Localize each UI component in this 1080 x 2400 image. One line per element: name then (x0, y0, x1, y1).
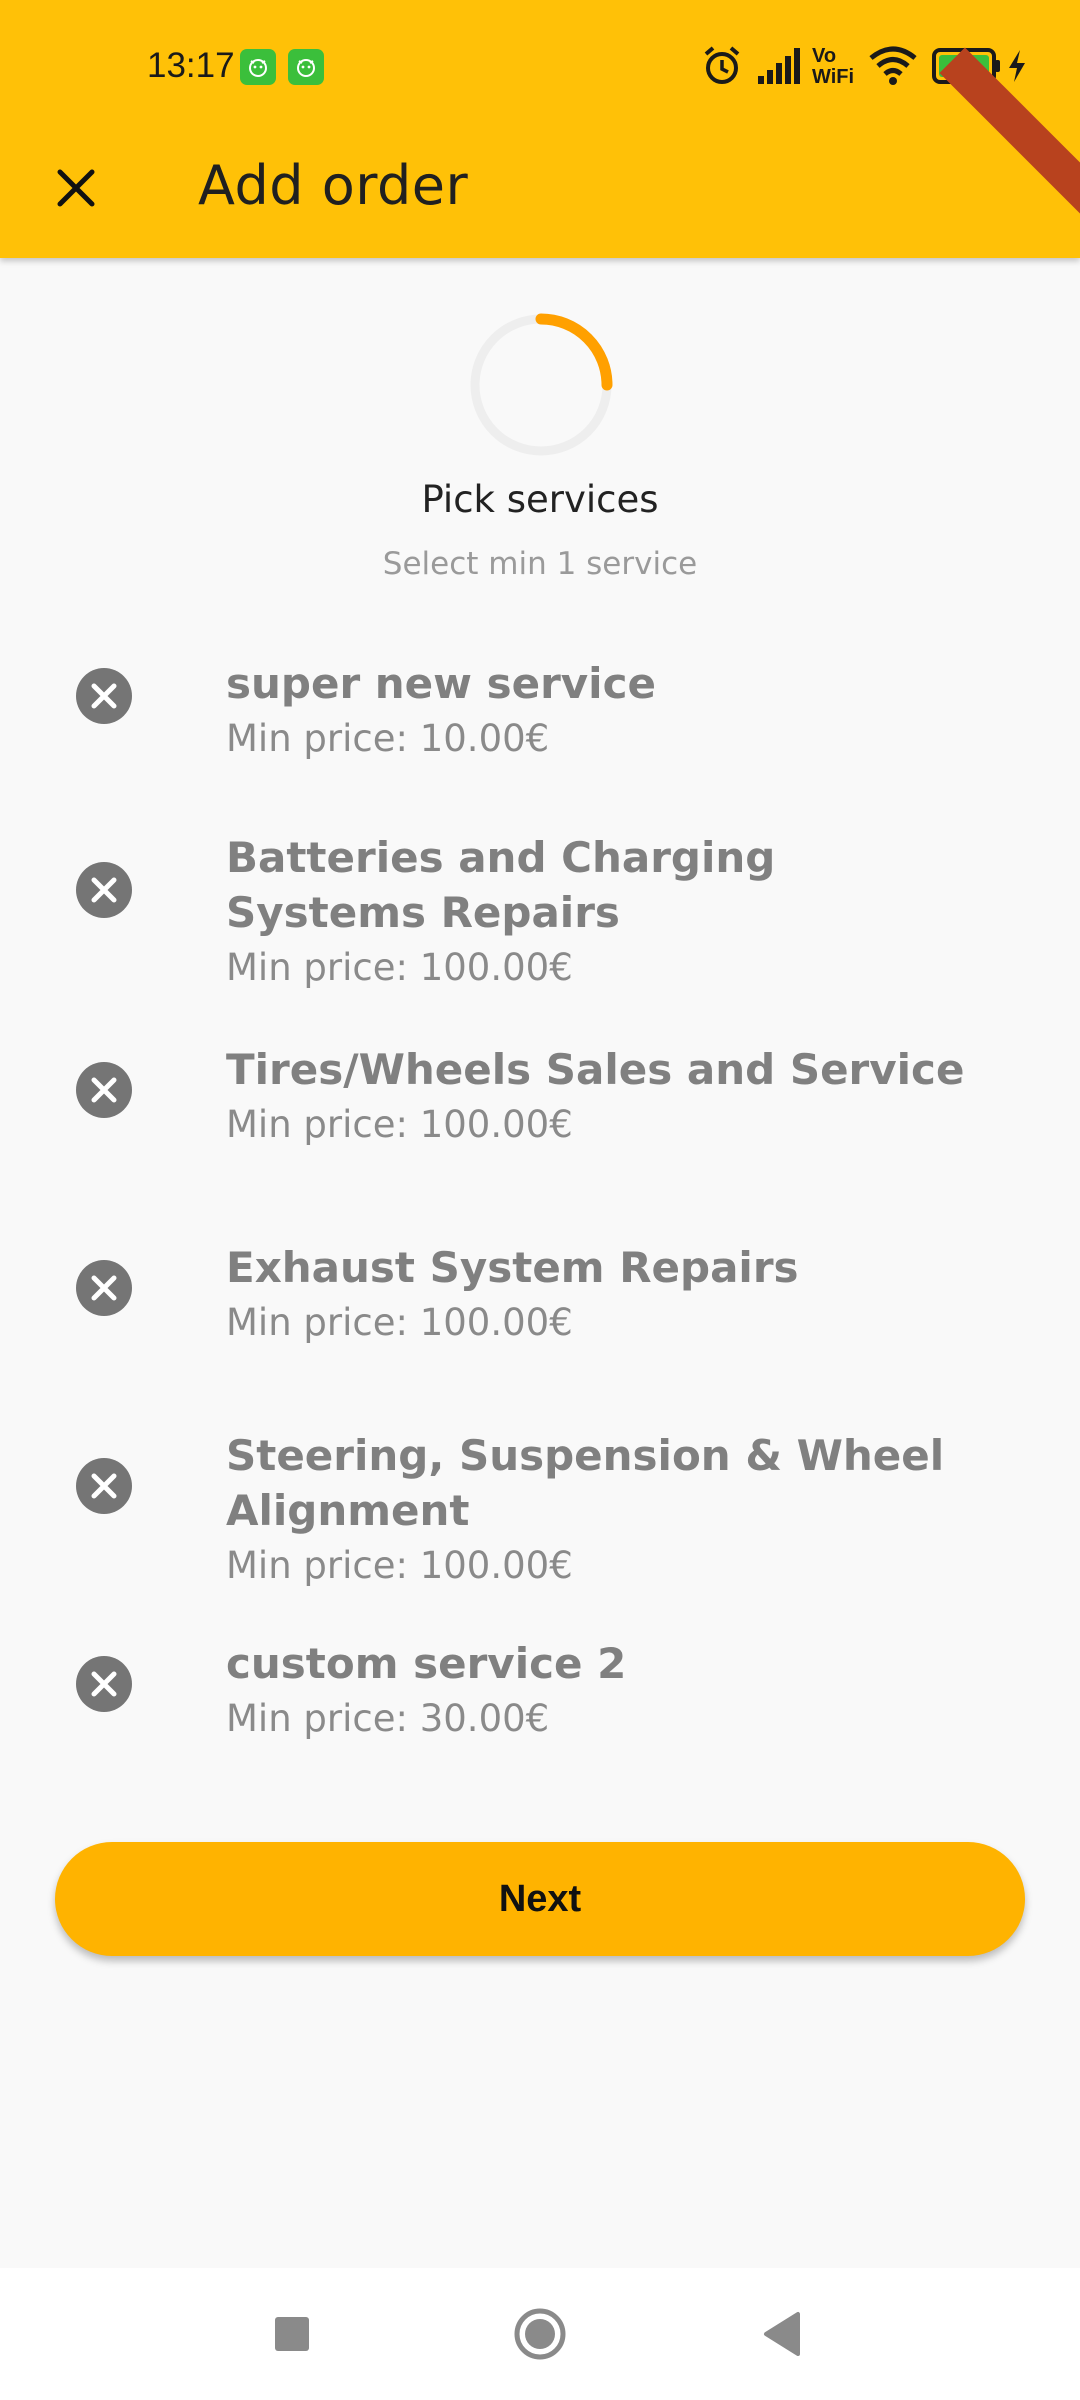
remove-service-button[interactable] (76, 1458, 132, 1514)
close-button[interactable] (40, 152, 112, 224)
service-name: Batteries and Charging Systems Repairs (226, 833, 776, 937)
remove-service-button[interactable] (76, 1656, 132, 1712)
service-name: Exhaust System Repairs (226, 1243, 799, 1292)
page-title: Add order (198, 154, 469, 217)
square-icon (275, 2317, 309, 2351)
service-min-price: Min price: 100.00€ (226, 946, 573, 989)
app-notification-icon (288, 49, 324, 85)
service-name: custom service 2 (226, 1639, 627, 1688)
status-bar: 13:17 Vo WiFi (0, 0, 1080, 132)
back-triangle-icon (764, 2312, 800, 2356)
close-circle-icon (91, 683, 117, 709)
close-circle-icon (91, 1077, 117, 1103)
close-circle-icon (91, 877, 117, 903)
remove-service-button[interactable] (76, 1260, 132, 1316)
home-button[interactable] (504, 2298, 576, 2370)
circle-icon (514, 2308, 566, 2360)
next-button[interactable]: Next (55, 1842, 1025, 1956)
service-name: Tires/Wheels Sales and Service (226, 1045, 965, 1094)
status-time: 13:17 (147, 46, 235, 85)
system-navigation-bar (0, 2268, 1080, 2400)
service-min-price: Min price: 100.00€ (226, 1103, 573, 1146)
close-circle-icon (91, 1473, 117, 1499)
service-min-price: Min price: 100.00€ (226, 1544, 573, 1587)
step-subtitle: Select min 1 service (382, 546, 698, 582)
service-min-price: Min price: 10.00€ (226, 717, 550, 760)
step-title: Pick services (421, 478, 659, 521)
vowifi-label-top: Vo (812, 45, 837, 67)
vowifi-icon: Vo WiFi (812, 46, 856, 88)
close-circle-icon (91, 1671, 117, 1697)
alarm-icon (700, 44, 744, 92)
toolbar: Add order (0, 132, 1080, 258)
remove-service-button[interactable] (76, 668, 132, 724)
remove-service-button[interactable] (76, 862, 132, 918)
close-icon (57, 169, 95, 207)
back-button[interactable] (746, 2298, 818, 2370)
remove-service-button[interactable] (76, 1062, 132, 1118)
service-name: super new service (226, 659, 656, 708)
vowifi-label-bottom: WiFi (812, 66, 855, 88)
step-progress-indicator (470, 313, 613, 456)
close-circle-icon (91, 1275, 117, 1301)
service-name: Steering, Suspension & Wheel Alignment (226, 1431, 945, 1535)
wifi-icon (868, 44, 918, 92)
app-bar: 13:17 Vo WiFi Add order (0, 0, 1080, 258)
service-min-price: Min price: 30.00€ (226, 1697, 550, 1740)
signal-icon (756, 44, 806, 92)
app-notification-icon (240, 49, 276, 85)
service-min-price: Min price: 100.00€ (226, 1301, 573, 1344)
charging-icon (1006, 48, 1028, 88)
recents-button[interactable] (256, 2298, 328, 2370)
status-icons: Vo WiFi 90 (700, 44, 1080, 90)
